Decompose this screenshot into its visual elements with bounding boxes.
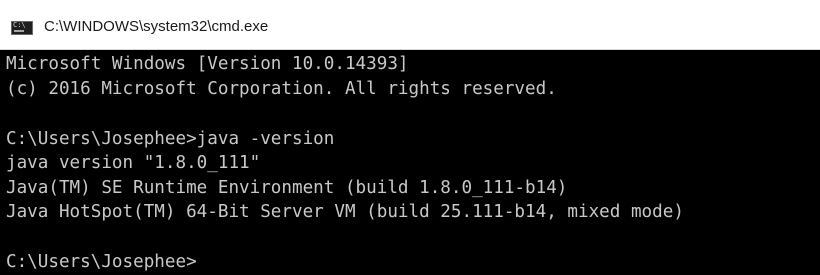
title-bar[interactable]: C:\ C:\WINDOWS\system32\cmd.exe	[0, 0, 820, 50]
window-title: C:\WINDOWS\system32\cmd.exe	[44, 18, 269, 35]
console-line-java-version: java version "1.8.0_111"	[6, 153, 261, 173]
console-line-runtime: Java(TM) SE Runtime Environment (build 1…	[6, 178, 568, 198]
console-prompt[interactable]: C:\Users\Josephee>	[6, 251, 197, 273]
console-line-command: C:\Users\Josephee>java -version	[6, 129, 335, 149]
console-output-area[interactable]: Microsoft Windows [Version 10.0.14393] (…	[0, 50, 820, 275]
cmd-console-icon: C:\	[11, 21, 33, 35]
console-line-version: Microsoft Windows [Version 10.0.14393]	[6, 54, 409, 74]
console-line-copyright: (c) 2016 Microsoft Corporation. All righ…	[6, 79, 557, 99]
console-line-hotspot: Java HotSpot(TM) 64-Bit Server VM (build…	[6, 202, 684, 222]
cmd-window: C:\ C:\WINDOWS\system32\cmd.exe Microsof…	[0, 0, 820, 275]
